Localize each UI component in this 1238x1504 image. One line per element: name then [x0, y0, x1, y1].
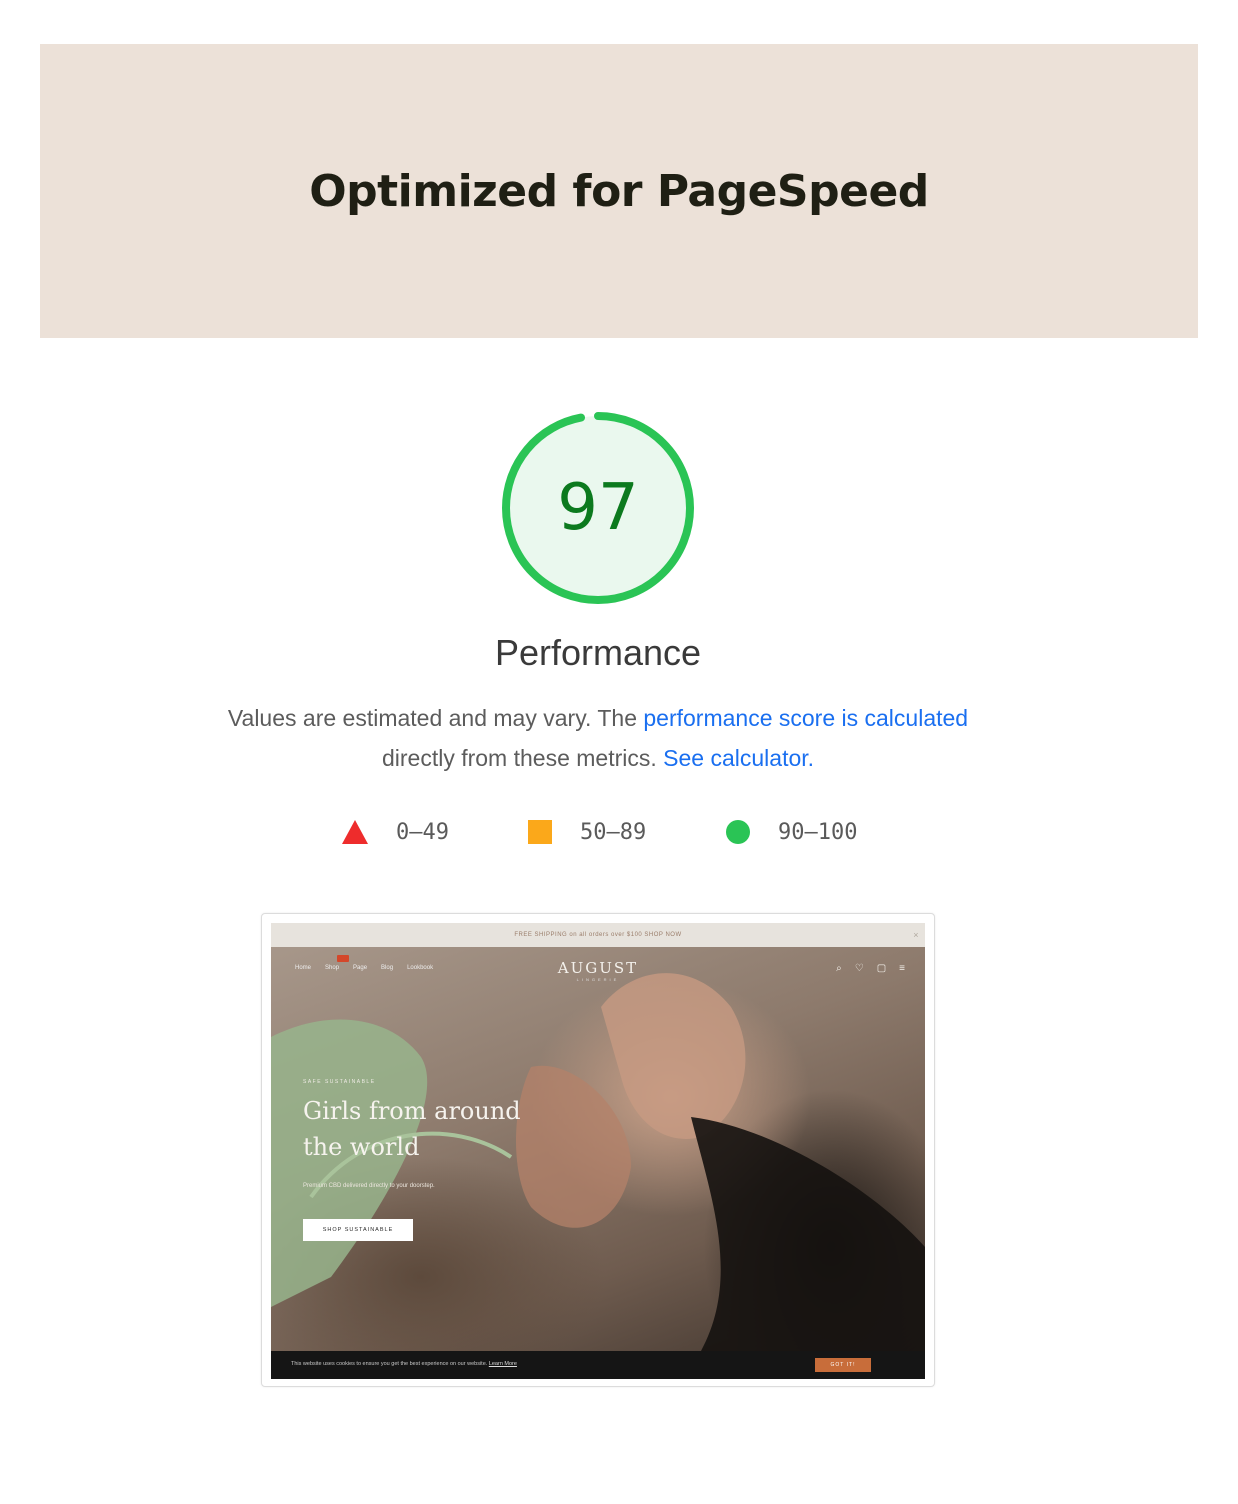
cookie-text: This website uses cookies to ensure you … — [291, 1361, 517, 1367]
site-header-icons: ⌕ ♡ ▢ ≡ — [836, 963, 905, 974]
score-legend: 0–49 50–89 90–100 — [0, 812, 1238, 852]
site-preview: FREE SHIPPING on all orders over $100 SH… — [271, 923, 925, 1379]
close-icon: × — [913, 930, 919, 940]
performance-gauge: 97 — [498, 408, 698, 608]
description-text: Values are estimated and may vary. The — [227, 705, 644, 731]
score-value: 97 — [557, 471, 639, 545]
triangle-icon — [342, 820, 368, 844]
hero-eyebrow: SAFE SUSTAINABLE — [303, 1079, 376, 1085]
performance-label: Performance — [494, 632, 702, 673]
legend-item-fail: 0–49 — [342, 812, 449, 852]
hero-subtext: Premium CBD delivered directly to your d… — [303, 1183, 435, 1189]
cookie-bar: This website uses cookies to ensure you … — [271, 1351, 925, 1379]
score-description: Values are estimated and may vary. The p… — [0, 698, 1196, 778]
legend-label: 0–49 — [396, 819, 449, 845]
announcement-bar: FREE SHIPPING on all orders over $100 SH… — [271, 923, 925, 947]
search-icon: ⌕ — [836, 963, 842, 974]
circle-icon — [726, 820, 750, 844]
square-icon — [528, 820, 552, 844]
hero-banner: Optimized for PageSpeed — [40, 44, 1198, 338]
menu-icon: ≡ — [899, 963, 905, 974]
legend-label: 50–89 — [580, 819, 647, 845]
announcement-text: FREE SHIPPING on all orders over $100 SH… — [514, 932, 682, 938]
heart-icon: ♡ — [854, 963, 864, 974]
shop-button: SHOP SUSTAINABLE — [303, 1219, 413, 1241]
description-text-2: directly from these metrics. — [381, 745, 664, 771]
cookie-button: GOT IT! — [815, 1358, 871, 1372]
site-logo-sub: LINGERIE — [576, 977, 620, 982]
legend-item-pass: 90–100 — [726, 812, 857, 852]
see-calculator-link[interactable]: See calculator. — [663, 745, 814, 771]
site-logo: AUGUST — [557, 959, 639, 977]
legend-label: 90–100 — [778, 819, 858, 845]
score-calculated-link[interactable]: performance score is calculated — [643, 705, 968, 731]
hero-headline: Girls from around the world — [303, 1097, 521, 1161]
bag-icon: ▢ — [876, 963, 887, 974]
page-screenshot: FREE SHIPPING on all orders over $100 SH… — [261, 913, 935, 1387]
page-title: Optimized for PageSpeed — [309, 165, 929, 217]
hero-photo: Home Shop Page Blog Lookbook AUGUST LING… — [271, 947, 925, 1351]
cookie-link: Learn More — [488, 1361, 517, 1367]
legend-item-average: 50–89 — [528, 812, 646, 852]
